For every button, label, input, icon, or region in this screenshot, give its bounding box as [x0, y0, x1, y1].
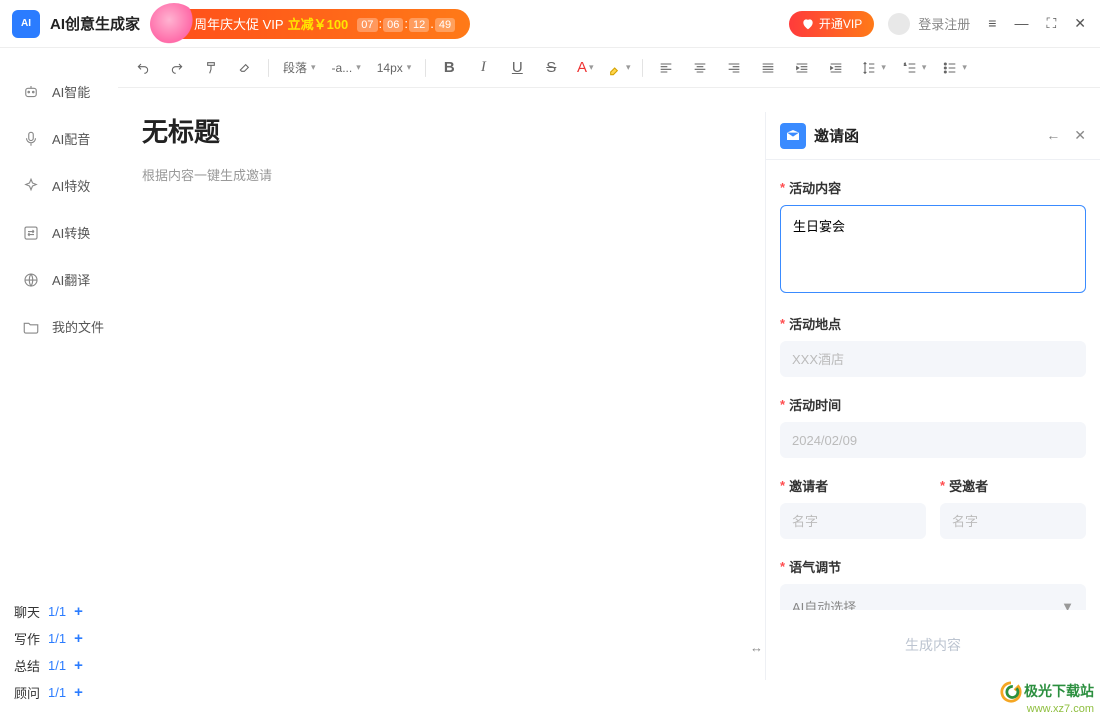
location-input[interactable]: [780, 341, 1086, 377]
align-center-button[interactable]: [685, 53, 715, 83]
ordered-list-button[interactable]: 1▾: [896, 53, 933, 83]
sidebar-footer: 聊天1/1+ 写作1/1+ 总结1/1+ 顾问1/1+: [0, 598, 118, 720]
invitee-input[interactable]: [940, 503, 1086, 539]
quota-summary: 总结1/1+: [14, 652, 118, 679]
align-left-button[interactable]: [651, 53, 681, 83]
font-color-button[interactable]: A▾: [570, 53, 600, 83]
menu-icon[interactable]: ≡: [988, 15, 996, 32]
promo-discount: 立减￥100: [288, 14, 349, 33]
sidebar-item-label: AI智能: [52, 82, 90, 101]
sidebar-item-ai-smart[interactable]: AI智能: [0, 68, 118, 115]
sidebar-item-label: AI配音: [52, 129, 90, 148]
add-icon[interactable]: +: [74, 630, 83, 647]
open-vip-button[interactable]: 开通VIP: [789, 11, 874, 37]
strike-button[interactable]: S: [536, 53, 566, 83]
field-label-inviter: 邀请者: [789, 476, 828, 495]
main: 段落▾ -a...▾ 14px▾ B I U S A▾ ▾ ▾ 1▾ ▾ 无标题…: [118, 48, 1100, 720]
sidebar-item-label: AI翻译: [52, 270, 90, 289]
translate-icon: [22, 271, 40, 289]
sparkle-icon: [22, 177, 40, 195]
content-input[interactable]: [780, 205, 1086, 293]
quota-advisor: 顾问1/1+: [14, 679, 118, 706]
topbar: AI AI创意生成家 周年庆大促 VIP 立减￥100 07:06:12.49 …: [0, 0, 1100, 48]
sidebar-item-ai-voice[interactable]: AI配音: [0, 115, 118, 162]
folder-icon: [22, 318, 40, 336]
sidebar-item-ai-effects[interactable]: AI特效: [0, 162, 118, 209]
eraser-button[interactable]: [230, 53, 260, 83]
maximize-icon[interactable]: ⛶: [1046, 15, 1056, 32]
add-icon[interactable]: +: [74, 603, 83, 620]
generate-button[interactable]: 生成内容: [905, 635, 961, 655]
align-right-button[interactable]: [719, 53, 749, 83]
app-name: AI创意生成家: [50, 13, 140, 34]
line-height-button[interactable]: ▾: [855, 53, 892, 83]
invitation-icon: [780, 123, 806, 149]
document-subtitle: 根据内容一键生成邀请: [142, 165, 765, 184]
italic-button[interactable]: I: [468, 53, 498, 83]
field-label-tone: 语气调节: [789, 557, 841, 576]
promo-text: 周年庆大促 VIP: [194, 14, 284, 33]
sidebar-item-ai-translate[interactable]: AI翻译: [0, 256, 118, 303]
field-label-content: 活动内容: [789, 178, 841, 197]
panel-back-icon[interactable]: ←: [1046, 127, 1060, 144]
heart-icon: [801, 17, 815, 31]
field-label-location: 活动地点: [789, 314, 841, 333]
bold-button[interactable]: B: [434, 53, 464, 83]
sidebar-item-label: AI转换: [52, 223, 90, 242]
sidebar-item-ai-convert[interactable]: AI转换: [0, 209, 118, 256]
indent-decrease-button[interactable]: [787, 53, 817, 83]
document-title[interactable]: 无标题: [142, 112, 765, 149]
field-label-time: 活动时间: [789, 395, 841, 414]
sidebar: AI智能 AI配音 AI特效 AI转换 AI翻译 我的文件 聊天1/1+ 写作1…: [0, 48, 118, 720]
panel-close-icon[interactable]: ✕: [1074, 127, 1086, 144]
unordered-list-button[interactable]: ▾: [936, 53, 973, 83]
sidebar-item-my-files[interactable]: 我的文件: [0, 303, 118, 350]
font-family-select[interactable]: -a...▾: [326, 53, 367, 83]
paragraph-select[interactable]: 段落▾: [277, 53, 322, 83]
robot-icon: [22, 83, 40, 101]
indent-increase-button[interactable]: [821, 53, 851, 83]
add-icon[interactable]: +: [74, 684, 83, 701]
app-logo: AI: [12, 10, 40, 38]
sidebar-item-label: 我的文件: [52, 317, 104, 336]
close-icon[interactable]: ✕: [1074, 15, 1086, 32]
swap-icon: [22, 224, 40, 242]
quota-chat: 聊天1/1+: [14, 598, 118, 625]
svg-text:1: 1: [904, 61, 907, 66]
invitation-panel: 邀请函 ← ✕ *活动内容 *活动地点: [765, 112, 1100, 680]
promo-banner[interactable]: 周年庆大促 VIP 立减￥100 07:06:12.49: [158, 9, 470, 39]
inviter-input[interactable]: [780, 503, 926, 539]
promo-timer: 07:06:12.49: [356, 16, 456, 31]
minimize-icon[interactable]: —: [1014, 15, 1028, 32]
editor-toolbar: 段落▾ -a...▾ 14px▾ B I U S A▾ ▾ ▾ 1▾ ▾: [118, 48, 1100, 88]
time-input[interactable]: [780, 422, 1086, 458]
underline-button[interactable]: U: [502, 53, 532, 83]
avatar[interactable]: [888, 13, 910, 35]
field-label-invitee: 受邀者: [949, 476, 988, 495]
highlight-button[interactable]: ▾: [604, 53, 634, 83]
mic-icon: [22, 130, 40, 148]
add-icon[interactable]: +: [74, 657, 83, 674]
panel-title: 邀请函: [814, 125, 859, 146]
quota-write: 写作1/1+: [14, 625, 118, 652]
sidebar-item-label: AI特效: [52, 176, 90, 195]
font-size-select[interactable]: 14px▾: [371, 53, 418, 83]
document-area[interactable]: 无标题 根据内容一键生成邀请: [142, 112, 765, 720]
login-register[interactable]: 登录注册: [918, 14, 970, 33]
undo-button[interactable]: [128, 53, 158, 83]
align-justify-button[interactable]: [753, 53, 783, 83]
redo-button[interactable]: [162, 53, 192, 83]
format-paint-button[interactable]: [196, 53, 226, 83]
